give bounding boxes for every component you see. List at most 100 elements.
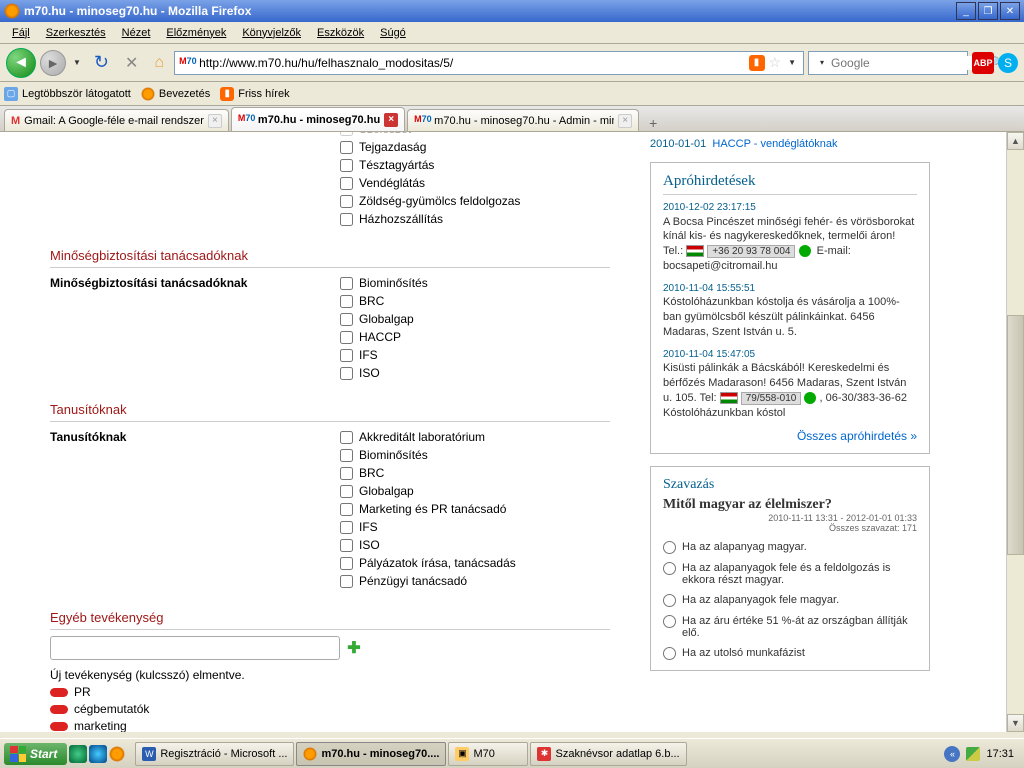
ads-header: Apróhirdetések: [663, 173, 917, 195]
restore-button[interactable]: ❐: [978, 2, 998, 20]
scroll-up-button[interactable]: ▲: [1007, 132, 1024, 150]
top-checkbox[interactable]: [340, 177, 353, 190]
skype-icon[interactable]: S: [998, 53, 1018, 73]
remove-pill-icon[interactable]: [50, 688, 68, 697]
top-checkbox[interactable]: [340, 159, 353, 172]
top-label: Tésztagyártás: [359, 158, 434, 172]
taskbar-item-doc[interactable]: ✱ Szaknévsor adatlap 6.b...: [530, 742, 686, 766]
reload-button[interactable]: ↻: [88, 52, 115, 73]
ad-item: 2010-11-04 15:55:51 Kóstolóházunkban kós…: [663, 282, 917, 340]
adblock-icon[interactable]: ABP: [972, 52, 994, 74]
page-content: SzőlészetTejgazdaságTésztagyártásVendégl…: [0, 132, 1024, 732]
add-icon[interactable]: ✚: [346, 640, 362, 656]
top-checkbox[interactable]: [340, 213, 353, 226]
minimize-button[interactable]: _: [956, 2, 976, 20]
menu-edit[interactable]: Szerkesztés: [38, 25, 114, 41]
menu-tools[interactable]: Eszközök: [309, 25, 372, 41]
other-activity-input[interactable]: [50, 636, 340, 660]
taskbar-item-firefox[interactable]: m70.hu - minoseg70....: [296, 742, 446, 766]
tab-close-icon[interactable]: ×: [208, 114, 222, 128]
tab-close-icon[interactable]: ×: [618, 114, 632, 128]
bookmark-intro[interactable]: Bevezetés: [141, 87, 210, 101]
cert-checkbox[interactable]: [340, 485, 353, 498]
taskbar-item-folder[interactable]: ▣ M70: [448, 742, 528, 766]
top-checkbox[interactable]: [340, 195, 353, 208]
cert-checkbox[interactable]: [340, 431, 353, 444]
menu-bookmarks[interactable]: Könyvjelzők: [234, 25, 309, 41]
poll-radio[interactable]: [663, 541, 676, 554]
search-box[interactable]: ▾ 🔍: [808, 51, 968, 75]
all-ads-link[interactable]: Összes apróhirdetés »: [663, 429, 917, 443]
poll-radio[interactable]: [663, 562, 676, 575]
top-checkbox[interactable]: [340, 132, 353, 136]
qa-checkbox[interactable]: [340, 349, 353, 362]
qa-checkbox[interactable]: [340, 331, 353, 344]
menu-file[interactable]: Fájl: [4, 25, 38, 41]
cert-checkbox[interactable]: [340, 449, 353, 462]
tray-expand-icon[interactable]: «: [944, 746, 960, 762]
news-link[interactable]: HACCP - vendéglátóknak: [712, 138, 837, 150]
qa-checkbox[interactable]: [340, 313, 353, 326]
phone-call-icon[interactable]: [799, 245, 811, 257]
bookmark-news[interactable]: ▮Friss hírek: [220, 87, 289, 101]
cert-checkbox[interactable]: [340, 575, 353, 588]
remove-pill-icon[interactable]: [50, 722, 68, 731]
new-tab-button[interactable]: +: [641, 115, 665, 131]
start-button[interactable]: Start: [4, 743, 67, 765]
qa-checkbox[interactable]: [340, 295, 353, 308]
url-bar[interactable]: M70 ▮ ☆ ▼: [174, 51, 804, 75]
ql-firefox-icon[interactable]: [109, 746, 125, 762]
bookmark-bar: ▢Legtöbbször látogatott Bevezetés ▮Friss…: [0, 82, 1024, 106]
qa-option: ISO: [340, 366, 610, 380]
cert-checkbox[interactable]: [340, 503, 353, 516]
window-titlebar: m70.hu - minoseg70.hu - Mozilla Firefox …: [0, 0, 1024, 22]
nav-toolbar: ◄ ► ▼ ↻ ✕ ⌂ M70 ▮ ☆ ▼ ▾ 🔍 ABP S: [0, 44, 1024, 82]
menu-help[interactable]: Súgó: [372, 25, 414, 41]
poll-option: Ha az alapanyagok fele és a feldolgozás …: [663, 562, 917, 586]
url-dropdown-icon[interactable]: ▼: [785, 58, 799, 67]
bookmark-most-visited[interactable]: ▢Legtöbbször látogatott: [4, 87, 131, 101]
cert-label: Globalgap: [359, 484, 414, 498]
cert-checkbox[interactable]: [340, 539, 353, 552]
security-shield-icon[interactable]: [966, 747, 980, 761]
menu-view[interactable]: Nézet: [114, 25, 159, 41]
scroll-down-button[interactable]: ▼: [1007, 714, 1024, 732]
bookmark-star-icon[interactable]: ☆: [769, 54, 782, 71]
site-favicon: M70: [179, 56, 195, 70]
back-button[interactable]: ◄: [6, 48, 36, 78]
menu-history[interactable]: Előzmények: [158, 25, 234, 41]
scroll-thumb[interactable]: [1007, 315, 1024, 555]
ql-ie-icon[interactable]: [89, 745, 107, 763]
ql-chrome-icon[interactable]: [69, 745, 87, 763]
home-button[interactable]: ⌂: [148, 54, 170, 72]
search-input[interactable]: [831, 56, 986, 70]
keyword-label: marketing: [74, 719, 127, 732]
cert-checkbox[interactable]: [340, 557, 353, 570]
url-input[interactable]: [199, 56, 744, 70]
top-option: Zöldség-gyümölcs feldolgozas: [340, 194, 610, 208]
poll-radio[interactable]: [663, 615, 676, 628]
qa-checkbox[interactable]: [340, 367, 353, 380]
phone-call-icon[interactable]: [804, 392, 816, 404]
remove-pill-icon[interactable]: [50, 705, 68, 714]
poll-radio[interactable]: [663, 594, 676, 607]
scrollbar[interactable]: ▲ ▼: [1006, 132, 1024, 732]
tab-m70[interactable]: M70 m70.hu - minoseg70.hu ×: [231, 107, 405, 131]
tab-close-icon[interactable]: ×: [384, 113, 398, 127]
tab-m70-admin[interactable]: M70 m70.hu - minoseg70.hu - Admin - mino…: [407, 109, 639, 131]
taskbar-item-word[interactable]: W Regisztráció - Microsoft ...: [135, 742, 294, 766]
history-dropdown-icon[interactable]: ▼: [70, 58, 84, 67]
qa-checkbox[interactable]: [340, 277, 353, 290]
poll-option: Ha az alapanyagok fele magyar.: [663, 594, 917, 607]
rss-icon[interactable]: ▮: [749, 55, 765, 71]
search-engine-dropdown-icon[interactable]: ▾: [817, 58, 827, 67]
top-checkbox[interactable]: [340, 141, 353, 154]
tab-label: m70.hu - minoseg70.hu - Admin - mino...: [434, 115, 614, 127]
tab-gmail[interactable]: M Gmail: A Google-féle e-mail rendszer ×: [4, 109, 229, 131]
close-button[interactable]: ✕: [1000, 2, 1020, 20]
clock: 17:31: [986, 748, 1014, 760]
cert-checkbox[interactable]: [340, 467, 353, 480]
cert-checkbox[interactable]: [340, 521, 353, 534]
poll-radio[interactable]: [663, 647, 676, 660]
tab-bar: M Gmail: A Google-féle e-mail rendszer ×…: [0, 106, 1024, 132]
